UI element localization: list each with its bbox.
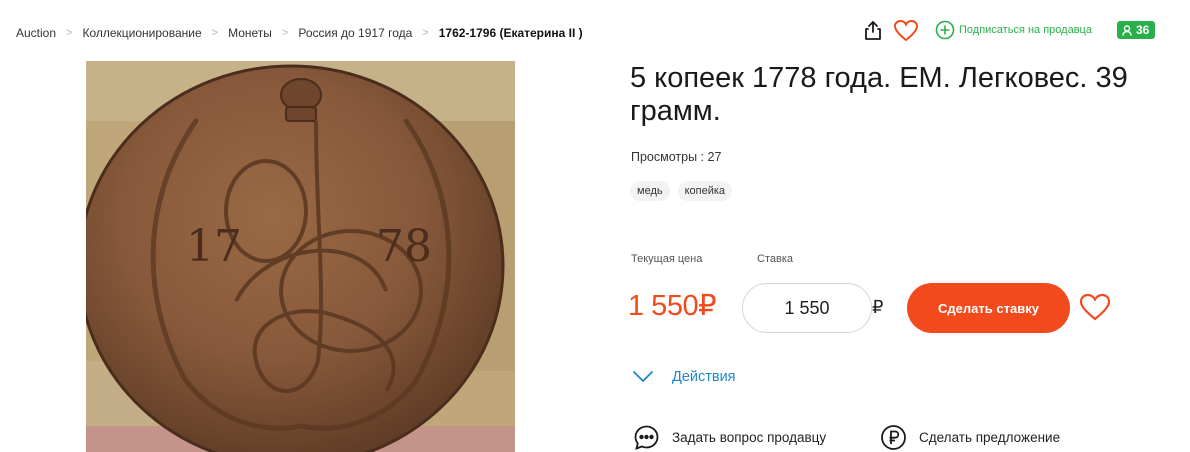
heart-icon[interactable] [893,19,919,43]
product-photo[interactable]: 17 78 [86,61,515,452]
chat-bubble-icon [634,425,659,450]
chevron-down-icon [633,371,653,382]
current-price: 1 550₽ [628,290,717,322]
breadcrumb-item-collecting[interactable]: Коллекционирование [82,26,201,40]
view-count: Просмотры : 27 [631,150,722,164]
ask-seller-label: Задать вопрос продавцу [672,430,827,445]
share-icon[interactable] [862,19,884,41]
breadcrumb-item-russia-pre-1917[interactable]: Россия до 1917 года [298,26,412,40]
ask-seller-button[interactable]: Задать вопрос продавцу [633,424,826,451]
coin-year-left: 17 [186,221,242,272]
breadcrumb: Auction > Коллекционирование > Монеты > … [16,25,583,41]
make-offer-button[interactable]: Сделать предложение [880,424,1060,451]
current-price-label: Текущая цена [631,253,703,265]
tag-kopeck[interactable]: копейка [677,181,733,201]
make-offer-label: Сделать предложение [919,430,1061,445]
product-title: 5 копеек 1778 года. ЕМ. Легковес. 39 гра… [630,62,1128,127]
subscribe-to-seller-button[interactable]: Подписаться на продавца [935,20,1092,40]
breadcrumb-item-coins[interactable]: Монеты [228,26,272,40]
coin-image: 17 78 [86,61,515,452]
heart-icon[interactable] [1079,293,1111,322]
coin-year-right: 78 [376,221,432,272]
actions-dropdown[interactable]: Действия [632,369,736,385]
plus-circle-icon [935,20,955,40]
user-icon [1122,24,1132,36]
ruble-circle-icon [881,425,906,450]
breadcrumb-separator: > [66,27,73,39]
breadcrumb-item-current: 1762-1796 (Екатерина II ) [438,26,583,40]
actions-label: Действия [672,369,736,385]
tag-list: медь копейка [630,181,733,201]
tag-copper[interactable]: медь [630,181,670,201]
subscriber-count-badge: 36 [1117,21,1156,39]
breadcrumb-item-auction[interactable]: Auction [16,26,56,40]
subscribe-label: Подписаться на продавца [959,24,1092,36]
place-bid-button[interactable]: Сделать ставку [907,283,1070,333]
breadcrumb-separator: > [211,27,219,39]
bid-label: Ставка [757,253,793,265]
bid-currency: ₽ [872,297,884,317]
breadcrumb-separator: > [422,27,429,39]
bid-input[interactable] [742,283,872,333]
subscriber-count: 36 [1136,23,1150,37]
breadcrumb-separator: > [281,27,289,39]
